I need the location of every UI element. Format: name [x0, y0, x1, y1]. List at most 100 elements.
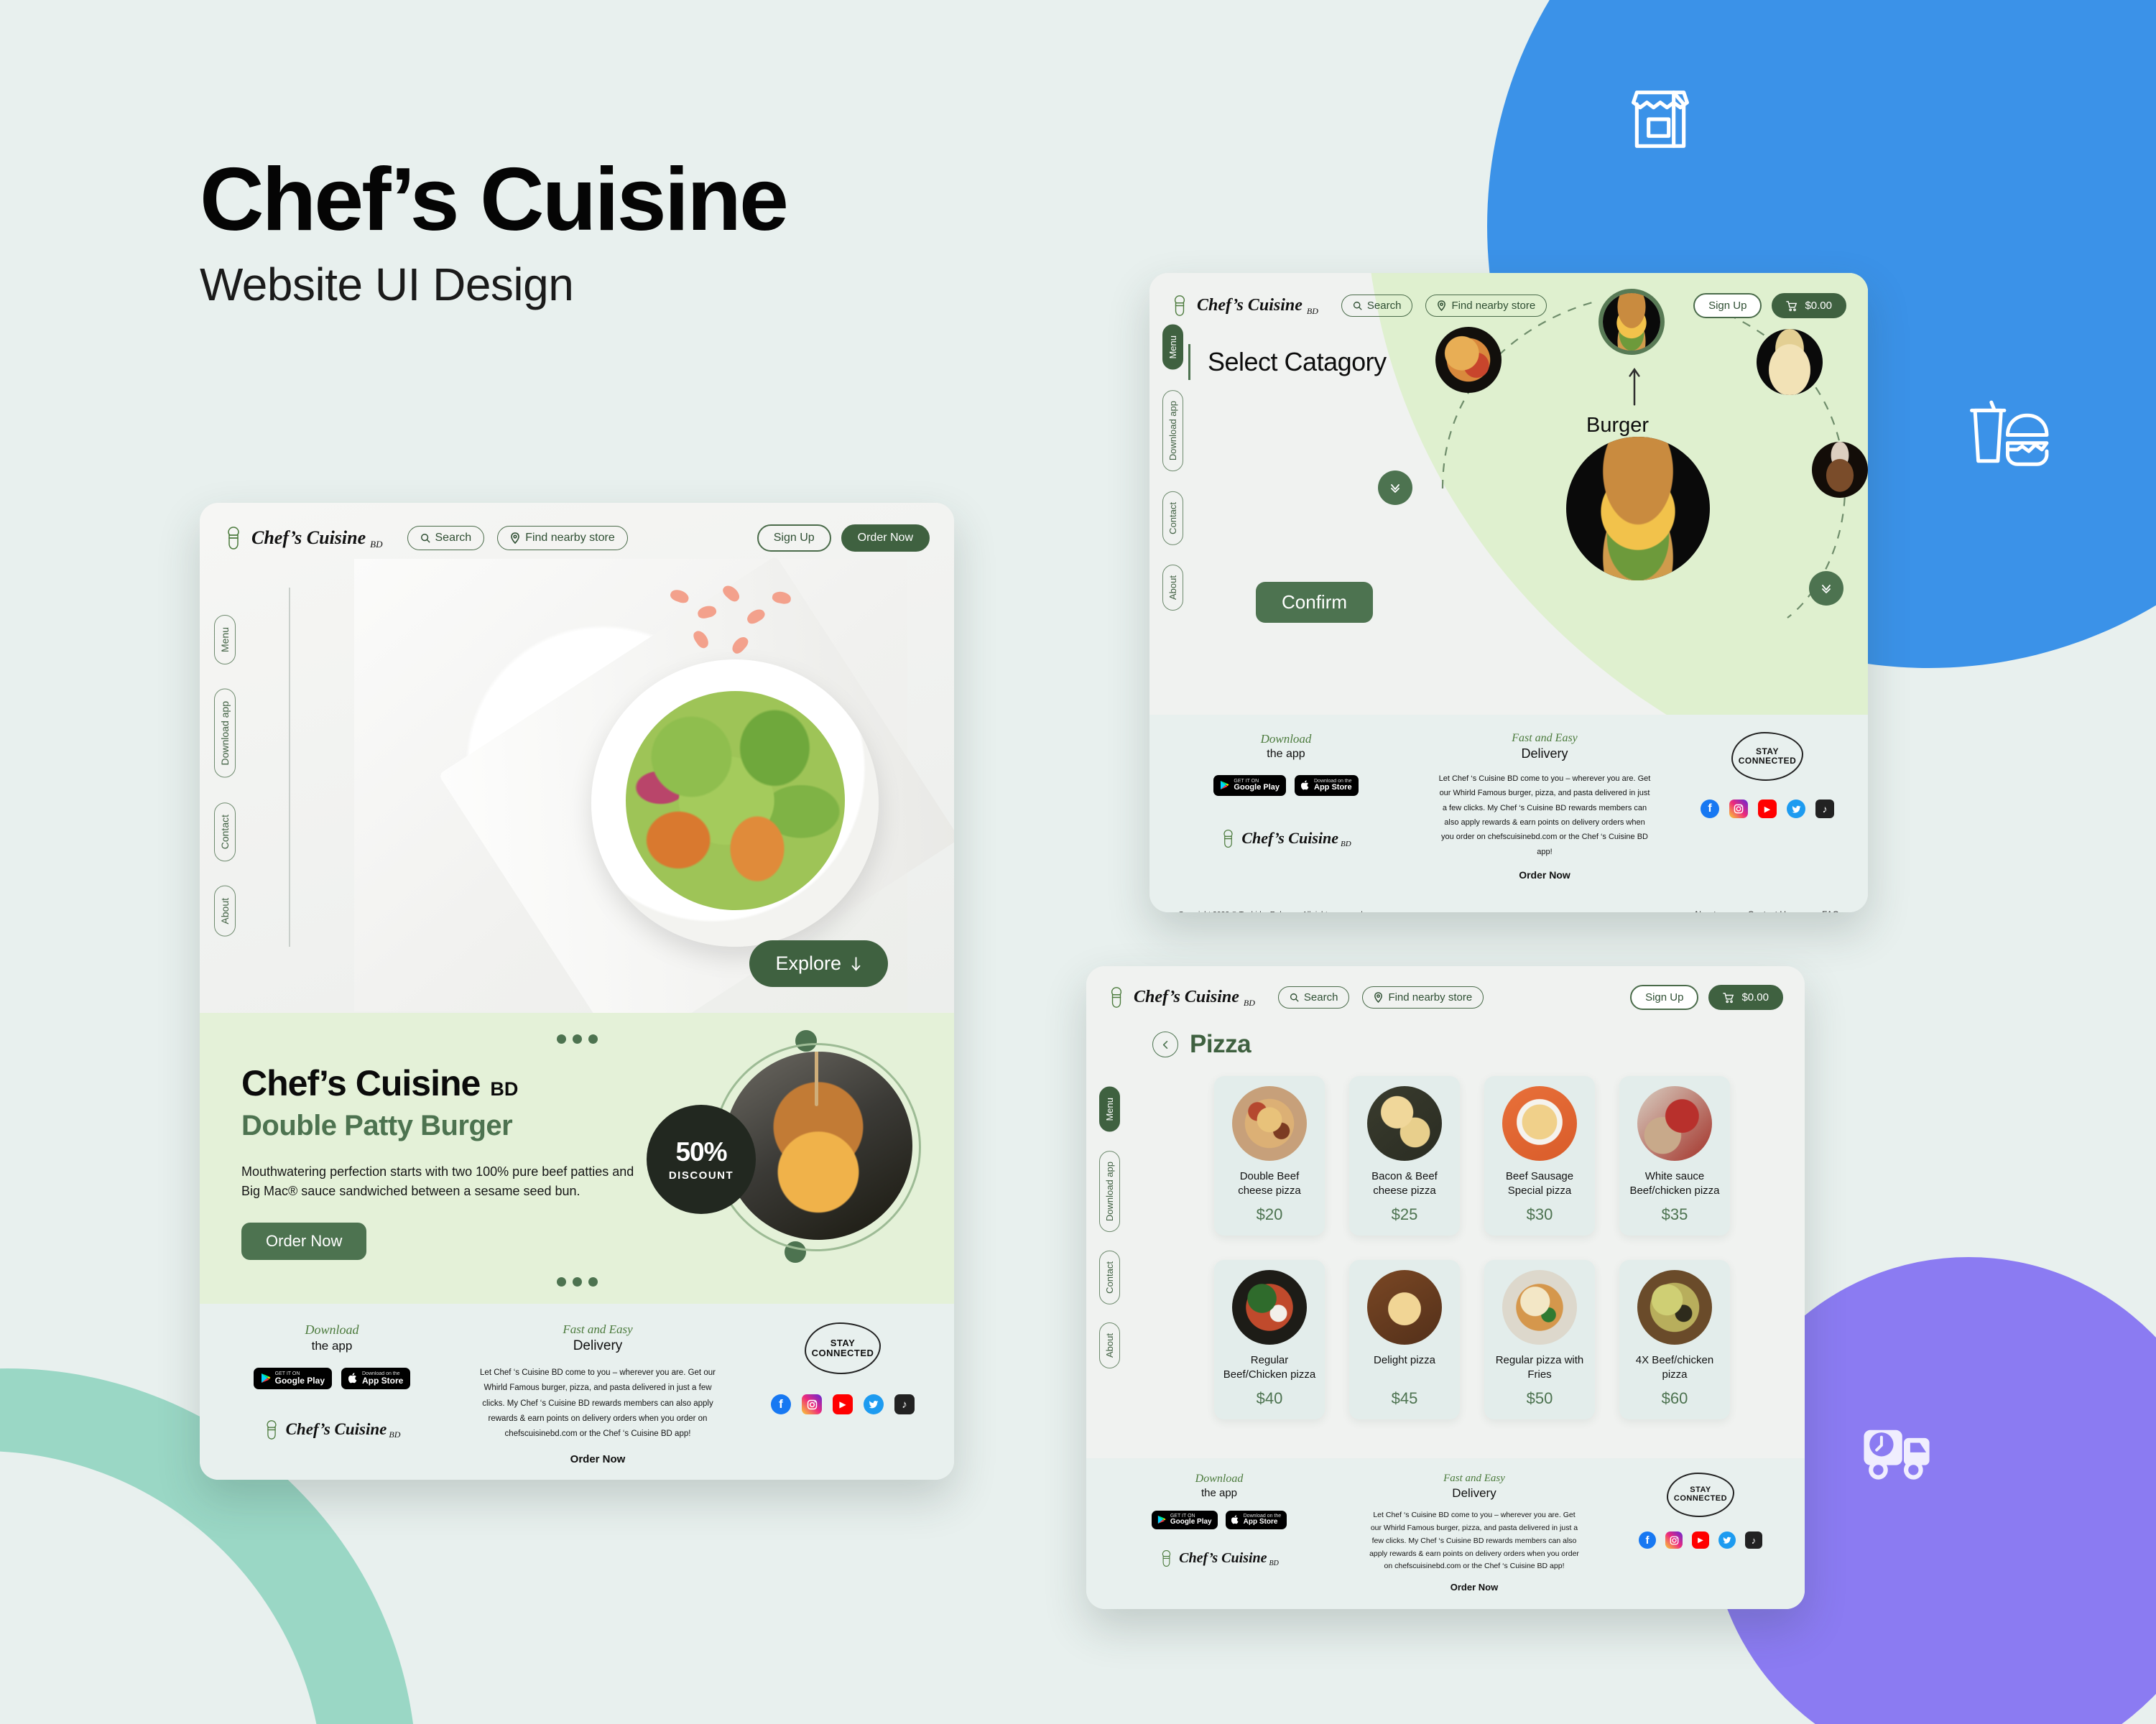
category-prev-button[interactable]: [1378, 471, 1412, 505]
category-next-button[interactable]: [1809, 571, 1843, 606]
footer-brand-name: Chef’s Cuisine: [1179, 1549, 1267, 1566]
tiktok-icon[interactable]: ♪: [894, 1394, 915, 1414]
pizza-card-image: [1502, 1086, 1577, 1161]
sidebar-item-contact[interactable]: Contact: [1099, 1250, 1120, 1304]
search-button[interactable]: Search: [1341, 295, 1413, 317]
sidebar-item-menu[interactable]: Menu: [214, 615, 236, 665]
find-nearby-store-button[interactable]: Find nearby store: [1425, 295, 1547, 317]
sidebar-item-about[interactable]: About: [214, 885, 236, 937]
arrow-left-circle-icon[interactable]: [1152, 1032, 1178, 1057]
instagram-icon[interactable]: [1665, 1531, 1683, 1549]
sign-up-button[interactable]: Sign Up: [757, 524, 831, 552]
sidebar-item-contact[interactable]: Contact: [1162, 491, 1183, 545]
carousel-dot[interactable]: [556, 1034, 566, 1044]
pizza-card[interactable]: Regular Beef/Chicken pizza $40: [1214, 1260, 1325, 1419]
category-item-drink[interactable]: [1812, 442, 1868, 498]
pizza-page-title: Pizza: [1190, 1030, 1252, 1058]
carousel-dot[interactable]: [556, 1277, 566, 1287]
footer-link-faq[interactable]: FAQ: [1822, 909, 1839, 912]
chef-hat-icon: [1221, 829, 1236, 848]
facebook-icon[interactable]: f: [1639, 1531, 1656, 1549]
twitter-icon[interactable]: [1718, 1531, 1736, 1549]
app-store-badge[interactable]: Download on the App Store: [1295, 775, 1359, 796]
google-play-badge[interactable]: GET IT ON Google Play: [1213, 775, 1286, 796]
tiktok-icon[interactable]: ♪: [1815, 800, 1834, 818]
twitter-icon[interactable]: [1787, 800, 1805, 818]
footer-brand-logo[interactable]: Chef’s Cuisine BD: [1221, 829, 1351, 848]
delivery-truck-clock-icon: [1861, 1426, 1947, 1498]
pizza-card[interactable]: Regular pizza with Fries $50: [1484, 1260, 1595, 1419]
hero-order-now-button[interactable]: Order Now: [241, 1223, 367, 1260]
explore-button[interactable]: Explore: [749, 940, 888, 987]
footer-brand-logo[interactable]: Chef’s Cuisine BD: [1160, 1549, 1279, 1567]
sign-up-button[interactable]: Sign Up: [1630, 985, 1699, 1010]
instagram-icon[interactable]: [1729, 800, 1748, 818]
app-store-badge[interactable]: Download on the App Store: [341, 1368, 411, 1389]
sidebar-item-download-app[interactable]: Download app: [214, 689, 236, 778]
sidebar-item-download-app[interactable]: Download app: [1099, 1150, 1120, 1232]
search-button[interactable]: Search: [407, 526, 485, 550]
sidebar-item-about[interactable]: About: [1099, 1322, 1120, 1369]
tiktok-icon[interactable]: ♪: [1745, 1531, 1762, 1549]
sidebar-item-about[interactable]: About: [1162, 565, 1183, 611]
footer-link-contact-us[interactable]: Contact Us: [1748, 909, 1790, 912]
carousel-dot[interactable]: [588, 1034, 598, 1044]
carousel-dots-bottom[interactable]: [200, 1277, 954, 1287]
confirm-button[interactable]: Confirm: [1256, 582, 1374, 623]
pizza-card[interactable]: Double Beef cheese pizza $20: [1214, 1076, 1325, 1236]
instagram-icon[interactable]: [802, 1394, 822, 1414]
footer-order-now-link[interactable]: Order Now: [1519, 869, 1570, 881]
brand-logo[interactable]: Chef’s Cuisine BD: [1171, 295, 1318, 317]
sidebar-item-menu[interactable]: Menu: [1099, 1087, 1120, 1132]
google-play-main: Google Play: [1170, 1518, 1212, 1526]
footer-brand-logo[interactable]: Chef’s Cuisine BD: [264, 1419, 400, 1440]
youtube-icon[interactable]: ▶: [1758, 800, 1777, 818]
sidebar-item-label: Download app: [1167, 400, 1178, 460]
footer-link-about[interactable]: About: [1693, 909, 1716, 912]
sidebar-item-contact[interactable]: Contact: [214, 802, 236, 861]
facebook-icon[interactable]: f: [1701, 800, 1719, 818]
footer-order-now-link[interactable]: Order Now: [1451, 1582, 1498, 1593]
footer-order-now-link[interactable]: Order Now: [570, 1453, 626, 1465]
pizza-card[interactable]: Delight pizza $45: [1349, 1260, 1460, 1419]
facebook-icon[interactable]: f: [771, 1394, 791, 1414]
cart-button[interactable]: $0.00: [1772, 293, 1846, 318]
sidebar-item-label: About: [219, 897, 231, 924]
sidebar-item-label: About: [1104, 1333, 1115, 1358]
google-play-badge[interactable]: GET IT ON Google Play: [1151, 1511, 1218, 1529]
footer-columns: Download the app GET IT ON Google Play D…: [224, 1322, 930, 1465]
sign-up-label: Sign Up: [1708, 300, 1747, 312]
delivery-script-label: Fast and Easy: [1512, 732, 1578, 744]
pizza-card[interactable]: Bacon & Beef cheese pizza $25: [1349, 1076, 1460, 1236]
youtube-icon[interactable]: ▶: [1692, 1531, 1709, 1549]
brand-suffix: BD: [1243, 998, 1255, 1008]
brand-logo[interactable]: Chef’s Cuisine BD: [1108, 986, 1255, 1009]
sign-up-button[interactable]: Sign Up: [1693, 293, 1762, 318]
pizza-card[interactable]: 4X Beef/chicken pizza $60: [1619, 1260, 1730, 1419]
youtube-icon[interactable]: ▶: [833, 1394, 853, 1414]
find-nearby-store-button[interactable]: Find nearby store: [497, 526, 628, 550]
search-button-label: Search: [435, 532, 472, 544]
pizza-card-name: Bacon & Beef cheese pizza: [1371, 1170, 1438, 1197]
search-button[interactable]: Search: [1277, 986, 1350, 1009]
cart-button[interactable]: $0.00: [1708, 985, 1783, 1010]
pizza-card-name: White sauce Beef/chicken pizza: [1629, 1170, 1720, 1197]
sidebar-item-menu[interactable]: Menu: [1162, 325, 1183, 370]
carousel-dot[interactable]: [572, 1277, 582, 1287]
carousel-dot[interactable]: [588, 1277, 598, 1287]
app-store-badge[interactable]: Download on the App Store: [1225, 1511, 1287, 1529]
carousel-dot[interactable]: [572, 1034, 582, 1044]
delivery-title: Delivery: [573, 1338, 623, 1353]
footer-brand-suffix: BD: [1269, 1559, 1279, 1567]
order-now-button[interactable]: Order Now: [841, 524, 930, 552]
pizza-card-name: 4X Beef/chicken pizza: [1635, 1354, 1714, 1381]
pizza-card[interactable]: Beef Sausage Special pizza $30: [1484, 1076, 1595, 1236]
google-play-sub: GET IT ON: [274, 1371, 300, 1376]
pizza-card[interactable]: White sauce Beef/chicken pizza $35: [1619, 1076, 1730, 1236]
sidebar-item-download-app[interactable]: Download app: [1162, 389, 1183, 471]
twitter-icon[interactable]: [864, 1394, 884, 1414]
google-play-badge[interactable]: GET IT ON Google Play: [253, 1368, 332, 1389]
brand-logo[interactable]: Chef’s Cuisine BD: [224, 526, 383, 550]
pizza-card-name: Regular Beef/Chicken pizza: [1223, 1354, 1316, 1381]
find-nearby-store-button[interactable]: Find nearby store: [1362, 986, 1484, 1009]
